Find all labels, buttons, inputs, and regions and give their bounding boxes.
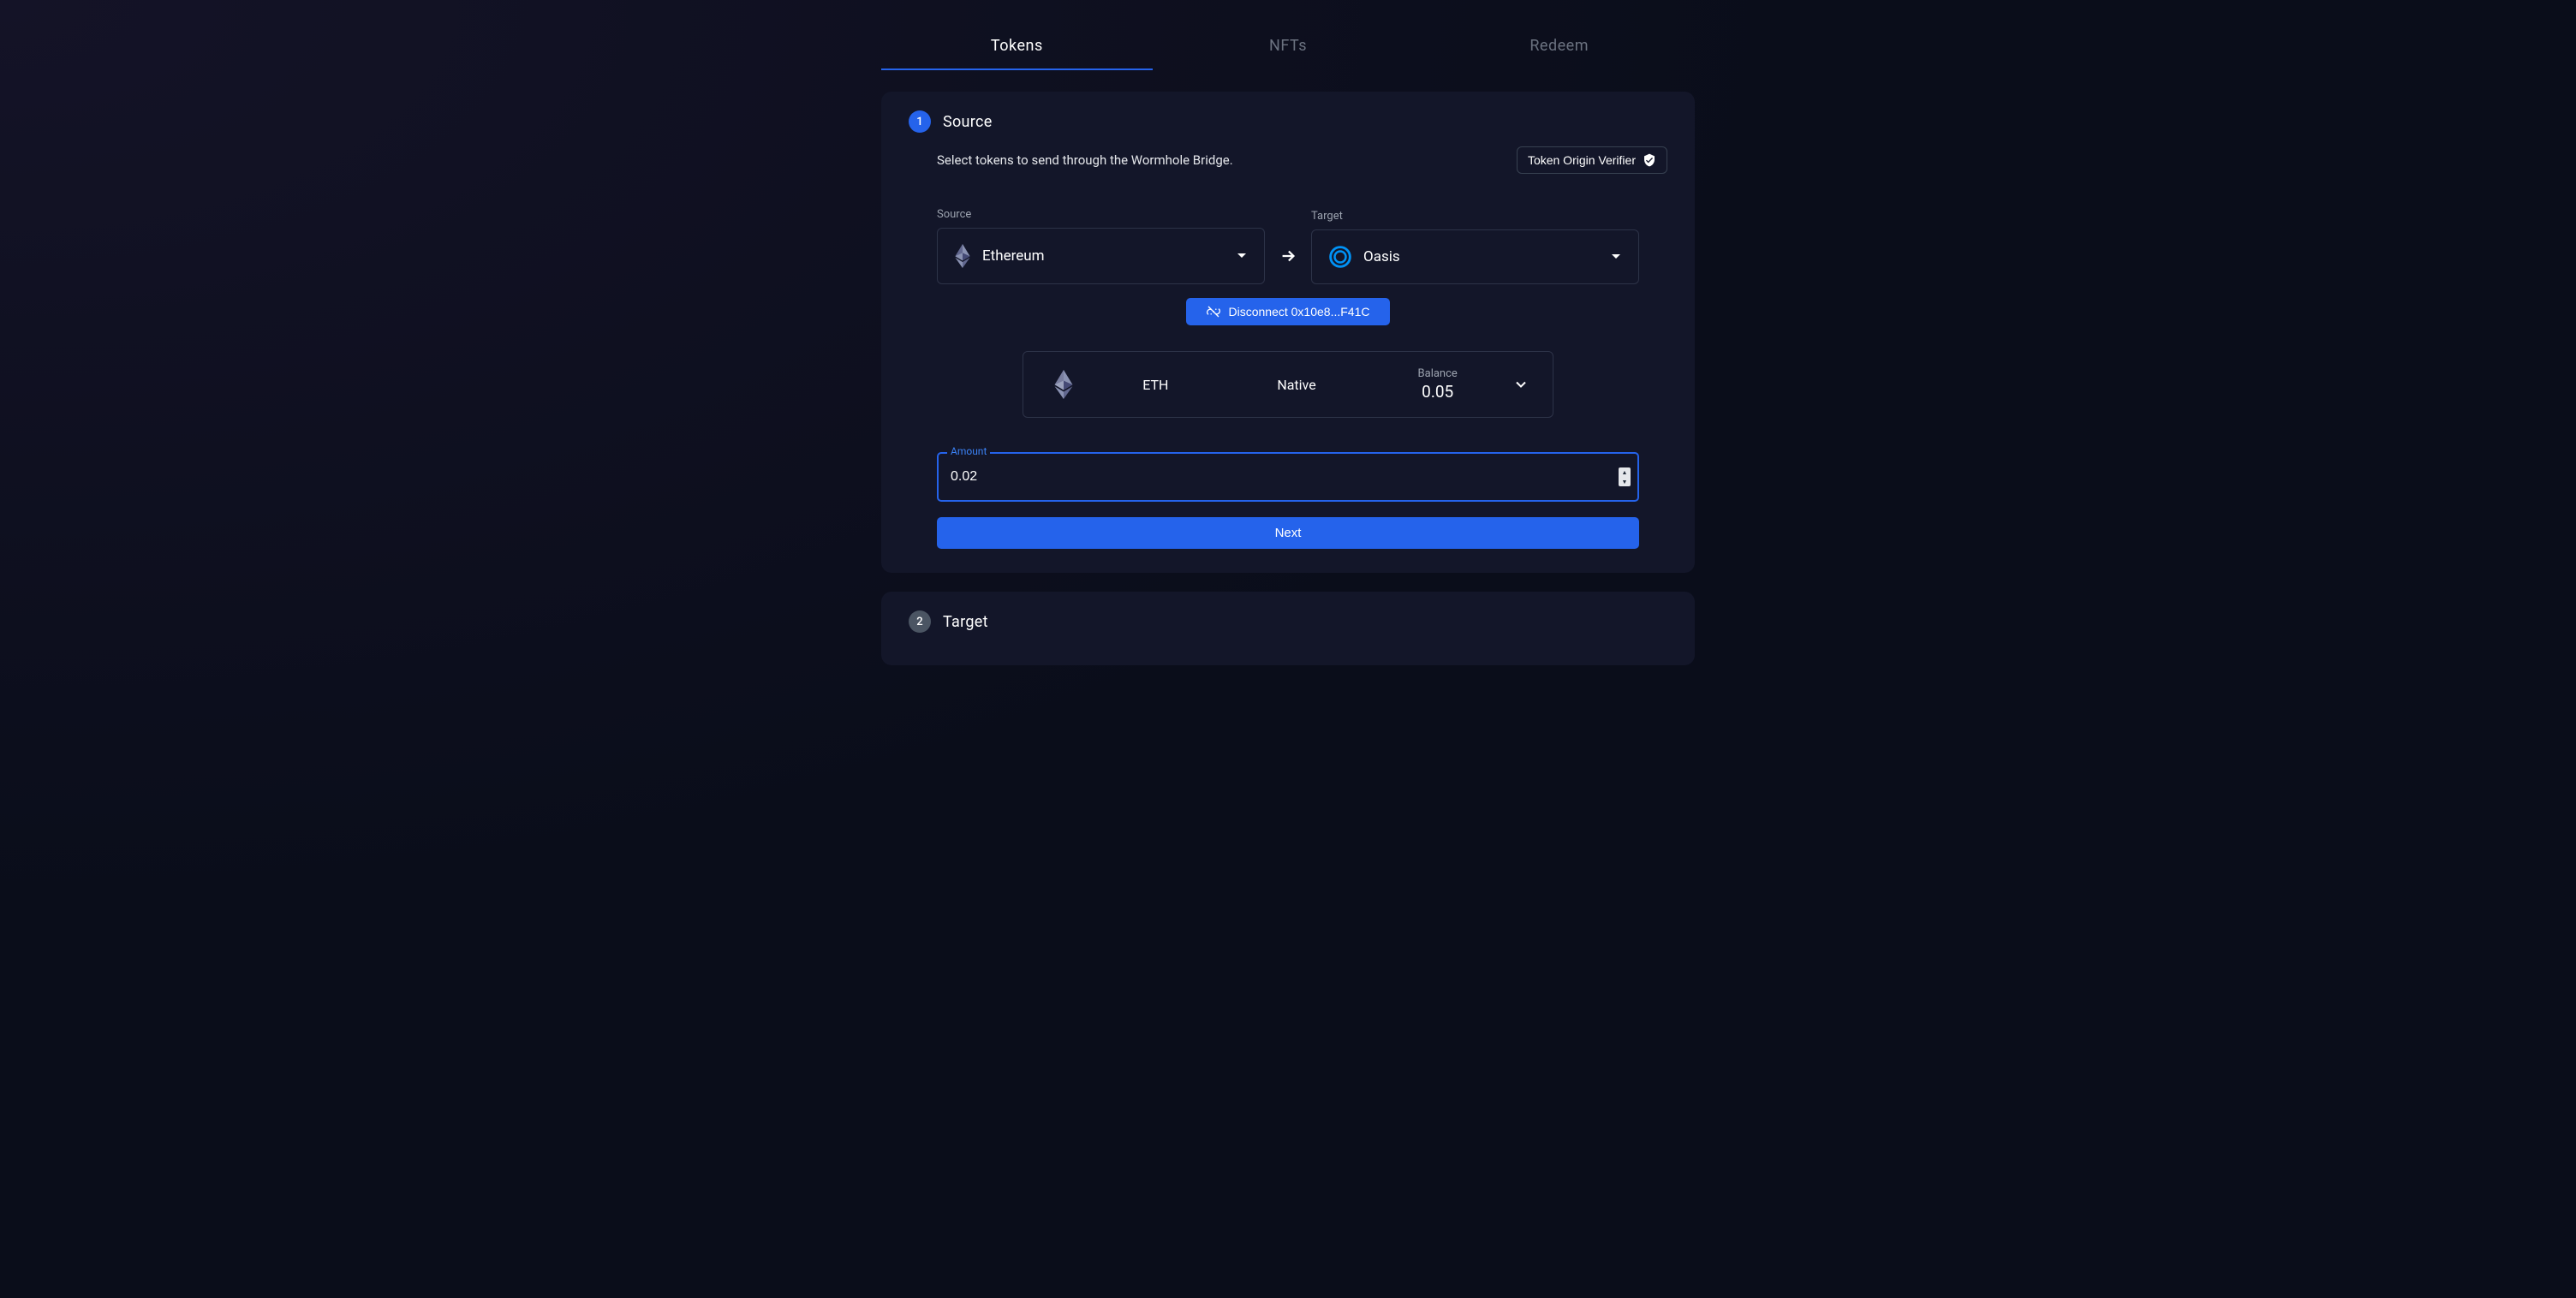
main-tabs: Tokens NFTs Redeem [881,21,1695,70]
target-chain-label: Target [1311,210,1639,223]
source-step-header: 1 Source [909,110,1667,133]
ethereum-icon [1054,370,1073,399]
oasis-icon [1329,246,1351,268]
chevron-down-icon [1237,253,1247,259]
amount-label: Amount [947,445,990,457]
token-symbol: ETH [1085,377,1226,393]
source-card: 1 Source Select tokens to send through t… [881,92,1695,573]
source-chain-label: Source [937,208,1265,221]
tab-redeem[interactable]: Redeem [1423,21,1695,70]
stepper-down[interactable]: ▼ [1619,477,1631,486]
token-origin-verifier-button[interactable]: Token Origin Verifier [1517,146,1667,174]
tab-tokens[interactable]: Tokens [881,21,1153,70]
target-step-header: 2 Target [909,610,1667,633]
source-subtitle: Select tokens to send through the Wormho… [909,152,1233,168]
source-chain-select[interactable]: Ethereum [937,228,1265,284]
target-card: 2 Target [881,592,1695,665]
disconnect-label: Disconnect 0x10e8...F41C [1229,305,1370,319]
chevron-down-icon [1516,381,1526,388]
target-chain-value: Oasis [1363,248,1400,265]
shield-check-icon [1643,153,1656,167]
stepper-up[interactable]: ▲ [1619,467,1631,477]
target-title: Target [943,613,988,631]
amount-stepper[interactable]: ▲ ▼ [1619,467,1631,486]
balance-label: Balance [1367,367,1508,380]
token-type: Native [1226,377,1368,393]
token-selector[interactable]: ETH Native Balance 0.05 [1023,351,1553,418]
target-chain-select[interactable]: Oasis [1311,229,1639,284]
source-chain-value: Ethereum [982,247,1045,265]
next-button[interactable]: Next [937,517,1639,549]
ethereum-icon [955,244,970,268]
disconnect-button[interactable]: Disconnect 0x10e8...F41C [1186,298,1391,325]
tab-nfts[interactable]: NFTs [1153,21,1424,70]
unlink-icon [1207,305,1220,319]
verifier-label: Token Origin Verifier [1528,153,1636,167]
chevron-down-icon [1611,253,1621,260]
source-title: Source [943,113,993,131]
step-number-2: 2 [909,610,931,633]
step-number-1: 1 [909,110,931,133]
amount-input[interactable] [937,452,1639,502]
arrow-right-icon [1279,247,1297,284]
balance-value: 0.05 [1367,382,1508,402]
